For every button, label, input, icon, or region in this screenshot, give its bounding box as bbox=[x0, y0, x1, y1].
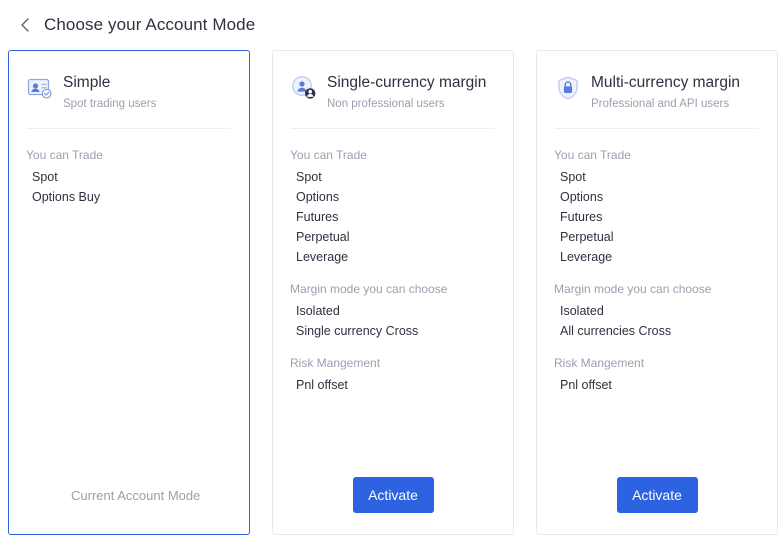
feature-section: Risk Mangement Pnl offset bbox=[290, 353, 496, 395]
current-account-mode-label: Current Account Mode bbox=[71, 487, 201, 503]
feature-item: Pnl offset bbox=[560, 378, 612, 392]
page-title: Choose your Account Mode bbox=[44, 15, 256, 34]
feature-item: Spot bbox=[32, 170, 58, 184]
feature-section-title: You can Trade bbox=[26, 148, 103, 162]
card-title-group: Multi-currency margin Professional and AP… bbox=[591, 73, 740, 112]
card-header: Multi-currency margin Professional and AP… bbox=[555, 51, 759, 129]
card-body: You can Trade Spot Options Buy bbox=[26, 129, 232, 456]
feature-section-title: Margin mode you can choose bbox=[554, 282, 712, 296]
feature-item: Spot bbox=[560, 170, 586, 184]
feature-item: Futures bbox=[560, 210, 603, 224]
feature-section-title: You can Trade bbox=[554, 148, 631, 162]
feature-item: Leverage bbox=[296, 250, 349, 264]
feature-item: Options bbox=[560, 190, 604, 204]
card-footer: Activate bbox=[290, 456, 496, 534]
account-mode-card-multi-currency-margin[interactable]: Multi-currency margin Professional and AP… bbox=[536, 50, 778, 535]
card-subtitle: Non professional users bbox=[327, 98, 445, 110]
feature-item: Futures bbox=[296, 210, 339, 224]
feature-section: Risk Mangement Pnl offset bbox=[554, 353, 760, 395]
card-title: Simple bbox=[63, 74, 111, 91]
feature-item: Spot bbox=[296, 170, 322, 184]
card-title-group: Single-currency margin Non professional u… bbox=[327, 73, 486, 112]
feature-item: All currencies Cross bbox=[560, 324, 672, 338]
activate-button[interactable]: Activate bbox=[616, 477, 698, 513]
feature-section: You can Trade Spot Options Futures Perpetual… bbox=[290, 145, 496, 267]
feature-section-title: Risk Mangement bbox=[290, 356, 381, 370]
feature-section: Margin mode you can choose Isolated All cu… bbox=[554, 279, 760, 341]
card-title: Multi-currency margin bbox=[591, 74, 741, 91]
feature-item: Isolated bbox=[560, 304, 604, 318]
card-header: Simple Spot trading users bbox=[27, 51, 231, 129]
activate-button[interactable]: Activate bbox=[352, 477, 434, 513]
feature-section-title: Risk Mangement bbox=[554, 356, 645, 370]
chevron-left-icon bbox=[17, 16, 33, 34]
feature-item: Single currency Cross bbox=[296, 324, 419, 338]
feature-section: You can Trade Spot Options Futures Perpetual… bbox=[554, 145, 760, 267]
feature-item: Perpetual bbox=[560, 230, 614, 244]
card-footer: Activate bbox=[554, 456, 760, 534]
feature-item: Isolated bbox=[296, 304, 340, 318]
card-body: You can Trade Spot Options Futures Perpetual… bbox=[554, 129, 760, 456]
card-header: Single-currency margin Non professional u… bbox=[291, 51, 495, 129]
feature-item: Perpetual bbox=[296, 230, 350, 244]
card-title: Single-currency margin bbox=[327, 74, 487, 91]
account-mode-card-single-currency-margin[interactable]: Single-currency margin Non professional u… bbox=[272, 50, 514, 535]
page-header: Choose your Account Mode bbox=[0, 0, 783, 50]
user-badge-icon bbox=[291, 75, 317, 101]
feature-section-title: You can Trade bbox=[290, 148, 367, 162]
account-mode-cards: Simple Spot trading users You can Trade Spo… bbox=[0, 50, 783, 535]
card-title-group: Simple Spot trading users bbox=[63, 73, 156, 112]
feature-item: Leverage bbox=[560, 250, 613, 264]
back-button[interactable] bbox=[14, 14, 36, 36]
feature-item: Options bbox=[296, 190, 340, 204]
feature-section-title: Margin mode you can choose bbox=[290, 282, 448, 296]
feature-section: Margin mode you can choose Isolated Single… bbox=[290, 279, 496, 341]
feature-section: You can Trade Spot Options Buy bbox=[26, 145, 232, 207]
feature-item: Pnl offset bbox=[296, 378, 348, 392]
card-subtitle: Spot trading users bbox=[63, 98, 157, 110]
card-body: You can Trade Spot Options Futures Perpetual… bbox=[290, 129, 496, 456]
id-card-person-icon bbox=[27, 75, 53, 101]
shield-lock-icon bbox=[555, 75, 581, 101]
card-footer: Current Account Mode bbox=[26, 456, 232, 534]
feature-item: Options Buy bbox=[32, 190, 101, 204]
card-subtitle: Professional and API users bbox=[591, 98, 730, 110]
account-mode-card-simple[interactable]: Simple Spot trading users You can Trade Spo… bbox=[8, 50, 250, 535]
